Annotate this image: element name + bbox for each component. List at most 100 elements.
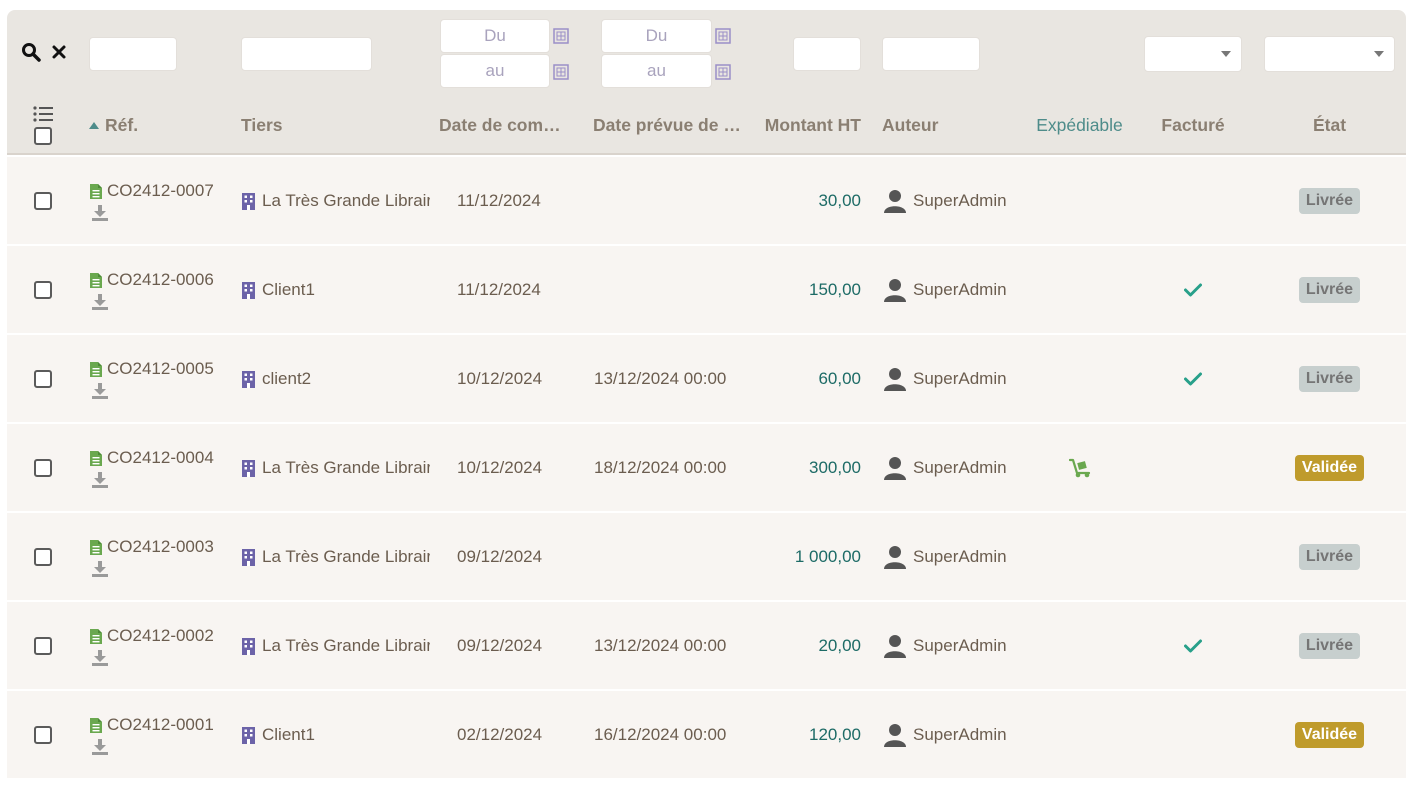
ref-link[interactable]: CO2412-0007 bbox=[89, 181, 214, 201]
list-icon[interactable] bbox=[33, 105, 53, 122]
date-commande-cell: 10/12/2024 bbox=[457, 335, 542, 422]
check-icon bbox=[1184, 639, 1202, 652]
ref-link[interactable]: CO2412-0001 bbox=[89, 715, 214, 735]
auteur-link[interactable]: SuperAdmin bbox=[913, 725, 1007, 745]
montant-cell: 20,00 bbox=[747, 602, 861, 689]
calendar-icon[interactable] bbox=[715, 28, 731, 44]
dolly-icon[interactable] bbox=[1068, 458, 1091, 478]
montant-filter-input[interactable] bbox=[793, 37, 861, 71]
column-header-date-livraison[interactable]: Date prévue de livraison bbox=[593, 95, 743, 155]
column-header-etat-label: État bbox=[1312, 114, 1347, 135]
column-header-etat[interactable]: État bbox=[1264, 95, 1395, 155]
date-livraison-to-input[interactable] bbox=[601, 54, 712, 88]
tiers-link[interactable]: La Très Grande Librairie bbox=[262, 547, 430, 567]
ref-cell: CO2412-0004 bbox=[89, 448, 214, 493]
ref-link[interactable]: CO2412-0004 bbox=[89, 448, 214, 468]
download-icon[interactable] bbox=[91, 382, 109, 399]
download-icon[interactable] bbox=[91, 293, 109, 310]
row-checkbox[interactable] bbox=[34, 547, 52, 566]
tiers-link[interactable]: La Très Grande Librairie bbox=[262, 191, 430, 211]
row-checkbox[interactable] bbox=[34, 636, 52, 655]
date-commande-from-field[interactable] bbox=[441, 20, 549, 52]
date-commande-cell: 09/12/2024 bbox=[457, 602, 542, 689]
download-link[interactable] bbox=[91, 649, 214, 671]
download-link[interactable] bbox=[91, 738, 214, 760]
date-livraison-cell: 13/12/2024 00:00 bbox=[594, 602, 726, 689]
row-checkbox[interactable] bbox=[34, 725, 52, 744]
download-link[interactable] bbox=[91, 382, 214, 404]
auteur-filter-input[interactable] bbox=[882, 37, 980, 71]
column-header-tiers[interactable]: Tiers bbox=[241, 95, 411, 155]
column-header-ref[interactable]: Réf. bbox=[89, 95, 219, 155]
date-commande-to-input[interactable] bbox=[440, 54, 550, 88]
ref-link[interactable]: CO2412-0005 bbox=[89, 359, 214, 379]
facture-filter-select[interactable] bbox=[1144, 36, 1242, 72]
ref-text[interactable]: CO2412-0007 bbox=[107, 181, 214, 201]
etat-filter-select[interactable] bbox=[1264, 36, 1395, 72]
tiers-link[interactable]: client2 bbox=[262, 369, 430, 389]
auteur-link[interactable]: SuperAdmin bbox=[913, 191, 1007, 211]
ref-text[interactable]: CO2412-0005 bbox=[107, 359, 214, 379]
ref-text[interactable]: CO2412-0004 bbox=[107, 448, 214, 468]
tiers-filter-field[interactable] bbox=[242, 38, 371, 70]
close-icon[interactable] bbox=[51, 44, 67, 60]
calendar-icon[interactable] bbox=[553, 64, 569, 80]
column-header-date-commande[interactable]: Date de commande bbox=[439, 95, 574, 155]
auteur-link[interactable]: SuperAdmin bbox=[913, 280, 1007, 300]
row-checkbox[interactable] bbox=[34, 458, 52, 477]
date-commande-text: 10/12/2024 bbox=[457, 368, 543, 388]
document-icon bbox=[90, 183, 102, 199]
calendar-icon[interactable] bbox=[715, 64, 731, 80]
auteur-filter-field[interactable] bbox=[883, 38, 979, 70]
download-icon[interactable] bbox=[91, 471, 109, 488]
date-livraison-to-field[interactable] bbox=[602, 55, 711, 87]
auteur-link[interactable]: SuperAdmin bbox=[913, 636, 1007, 656]
tiers-link[interactable]: Client1 bbox=[262, 725, 430, 745]
select-all-checkbox[interactable] bbox=[34, 126, 52, 145]
date-commande-from-input[interactable] bbox=[440, 19, 550, 53]
tiers-link[interactable]: La Très Grande Librairie bbox=[262, 636, 430, 656]
montant-text: 20,00 bbox=[818, 635, 861, 655]
ref-text[interactable]: CO2412-0001 bbox=[107, 715, 214, 735]
download-link[interactable] bbox=[91, 293, 214, 315]
date-commande-cell: 11/12/2024 bbox=[457, 246, 541, 333]
tiers-link[interactable]: Client1 bbox=[262, 280, 430, 300]
montant-cell: 1 000,00 bbox=[747, 513, 861, 600]
ref-filter-input[interactable] bbox=[89, 37, 177, 71]
calendar-icon[interactable] bbox=[553, 28, 569, 44]
etat-cell: Livrée bbox=[1264, 157, 1395, 244]
column-header-facture[interactable]: Facturé bbox=[1144, 95, 1242, 155]
download-link[interactable] bbox=[91, 204, 214, 226]
column-header-montant[interactable]: Montant HT bbox=[747, 95, 861, 155]
column-header-expediable[interactable]: Expédiable bbox=[1017, 95, 1142, 155]
tiers-link[interactable]: La Très Grande Librairie bbox=[262, 458, 430, 478]
auteur-link[interactable]: SuperAdmin bbox=[913, 547, 1007, 567]
ref-link[interactable]: CO2412-0006 bbox=[89, 270, 214, 290]
ref-text[interactable]: CO2412-0006 bbox=[107, 270, 214, 290]
row-checkbox[interactable] bbox=[34, 280, 52, 299]
tiers-filter-input[interactable] bbox=[241, 37, 372, 71]
download-icon[interactable] bbox=[91, 738, 109, 755]
download-link[interactable] bbox=[91, 471, 214, 493]
download-icon[interactable] bbox=[91, 560, 109, 577]
montant-filter-field[interactable] bbox=[794, 38, 860, 70]
search-icon[interactable] bbox=[21, 42, 41, 62]
download-icon[interactable] bbox=[91, 204, 109, 221]
auteur-link[interactable]: SuperAdmin bbox=[913, 458, 1007, 478]
row-checkbox[interactable] bbox=[34, 369, 52, 388]
ref-text[interactable]: CO2412-0003 bbox=[107, 537, 214, 557]
ref-text[interactable]: CO2412-0002 bbox=[107, 626, 214, 646]
download-link[interactable] bbox=[91, 560, 214, 582]
sort-asc-icon bbox=[89, 121, 99, 129]
column-header-auteur[interactable]: Auteur bbox=[882, 95, 1002, 155]
date-livraison-from-input[interactable] bbox=[601, 19, 712, 53]
auteur-link[interactable]: SuperAdmin bbox=[913, 369, 1007, 389]
date-commande-to-field[interactable] bbox=[441, 55, 549, 87]
date-livraison-from-field[interactable] bbox=[602, 20, 711, 52]
download-icon[interactable] bbox=[91, 649, 109, 666]
ref-link[interactable]: CO2412-0002 bbox=[89, 626, 214, 646]
row-checkbox[interactable] bbox=[34, 191, 52, 210]
status-badge: Livrée bbox=[1298, 187, 1361, 214]
ref-filter-field[interactable] bbox=[90, 38, 176, 70]
ref-link[interactable]: CO2412-0003 bbox=[89, 537, 214, 557]
